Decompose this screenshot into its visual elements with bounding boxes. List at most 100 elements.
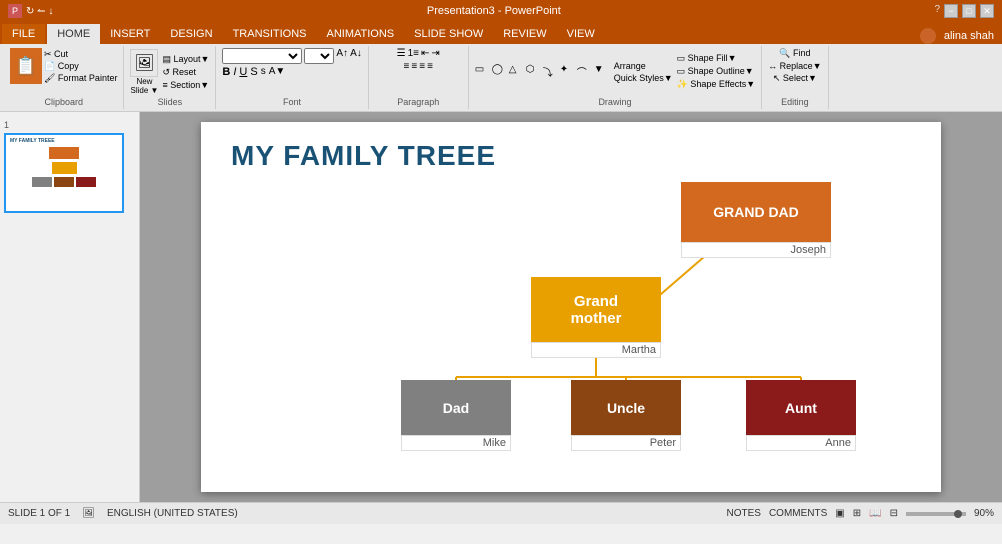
notes-button[interactable]: NOTES [727,508,761,519]
bullets-button[interactable]: ☰ [397,48,406,59]
shape-5[interactable]: ⤵ [543,64,559,79]
tab-slideshow[interactable]: SLIDE SHOW [404,24,493,44]
tab-review[interactable]: REVIEW [493,24,556,44]
tab-file[interactable]: FILE [2,24,45,44]
ribbon: 📋 ✂ Cut 📄 Copy 🖌 Format Painter Clipboar… [0,44,1002,112]
node-uncle[interactable]: Uncle Peter [571,380,681,451]
user-icon [920,28,936,44]
copy-button[interactable]: 📄 Copy [44,61,117,72]
slide-thumbnail[interactable]: MY FAMILY TREEE [4,133,124,213]
align-left-button[interactable]: ≡ [404,61,410,72]
slides-label: Slides [158,95,183,107]
main-area: 1 MY FAMILY TREEE [0,112,1002,502]
editing-label: Editing [781,95,809,107]
language: ENGLISH (UNITED STATES) [107,508,238,519]
ribbon-group-editing: 🔍 Find ↔ Replace▼ ↖ Select▼ Editing [762,46,828,109]
new-slide-button[interactable]: 🖼 New Slide ▼ [130,49,158,95]
decrease-font-button[interactable]: A↓ [350,48,362,64]
paste-icon[interactable]: 📋 [10,48,42,84]
ribbon-group-slides: 🖼 New Slide ▼ ▤ Layout▼ ↺ Reset ≡ Sectio… [124,46,216,109]
justify-button[interactable]: ≡ [427,61,433,72]
zoom-level: 90% [974,508,994,519]
comments-button[interactable]: COMMENTS [769,508,827,519]
shape-outline-button[interactable]: ▭ Shape Outline▼ [677,66,756,77]
shape-4[interactable]: ⬡ [526,64,542,79]
paragraph-label: Paragraph [397,95,439,107]
increase-font-button[interactable]: A↑ [336,48,348,64]
slide[interactable]: MY FAMILY TREEE GRAND DAD Joseph Grandmo… [201,122,941,492]
grandmother-label: Grandmother [531,277,661,342]
title-bar-left: P ↻ ↼ ↓ [8,4,53,18]
find-button[interactable]: 🔍 Find [779,48,810,59]
uncle-label: Uncle [571,380,681,435]
slides-buttons: 🖼 New Slide ▼ ▤ Layout▼ ↺ Reset ≡ Sectio… [130,48,209,95]
tab-insert[interactable]: INSERT [100,24,160,44]
align-center-button[interactable]: ≡ [411,61,417,72]
shape-1[interactable]: ▭ [475,64,491,79]
font-color-button[interactable]: A▼ [269,66,286,78]
font-family-select[interactable] [222,48,302,64]
shape-fill-button[interactable]: ▭ Shape Fill▼ [677,53,756,64]
node-dad[interactable]: Dad Mike [401,380,511,451]
tab-home[interactable]: HOME [47,24,100,44]
shadow-button[interactable]: s [261,66,266,78]
replace-button[interactable]: ↔ Replace▼ [768,61,821,71]
section-button[interactable]: ≡ Section▼ [162,80,209,90]
indent-increase-button[interactable]: ⇥ [431,48,439,59]
align-right-button[interactable]: ≡ [419,61,425,72]
user-area: alina shah [920,28,1002,44]
slide-number-label: 1 [4,120,135,130]
slide-panel: 1 MY FAMILY TREEE [0,112,140,502]
reset-button[interactable]: ↺ Reset [162,67,209,78]
quick-styles-button[interactable]: Quick Styles▼ [614,73,673,83]
cut-button[interactable]: ✂ Cut [44,49,117,60]
strikethrough-button[interactable]: S [250,66,257,78]
ribbon-group-paragraph: ☰ 1≡ ⇤ ⇥ ≡ ≡ ≡ ≡ Paragraph [369,46,469,109]
tab-view[interactable]: VIEW [557,24,605,44]
view-normal-button[interactable]: ▣ [835,508,844,519]
bold-button[interactable]: B [222,66,230,78]
clipboard-buttons: 📋 ✂ Cut 📄 Copy 🖌 Format Painter [10,48,117,95]
layout-button[interactable]: ▤ Layout▼ [162,54,209,65]
zoom-slider[interactable] [906,512,966,516]
drawing-label: Drawing [598,95,631,107]
numbering-button[interactable]: 1≡ [408,48,419,59]
ribbon-group-font: A↑ A↓ B I U S s A▼ Font [216,46,368,109]
italic-button[interactable]: I [233,66,236,78]
more-shapes-button[interactable]: ▼ [594,64,610,79]
help-icon[interactable]: ? [934,4,940,18]
shape-3[interactable]: △ [509,64,525,79]
shape-7[interactable]: ⌒ [577,64,593,79]
node-aunt[interactable]: Aunt Anne [746,380,856,451]
tab-animations[interactable]: ANIMATIONS [317,24,405,44]
node-granddad[interactable]: GRAND DAD Joseph [681,182,831,258]
dad-label: Dad [401,380,511,435]
view-presenter-button[interactable]: ⊟ [890,508,898,519]
indent-decrease-button[interactable]: ⇤ [421,48,429,59]
granddad-label: GRAND DAD [681,182,831,242]
font-size-select[interactable] [304,48,334,64]
editing-controls: 🔍 Find ↔ Replace▼ ↖ Select▼ [768,48,821,95]
select-button[interactable]: ↖ Select▼ [773,73,817,84]
minimize-button[interactable]: − [944,4,958,18]
node-grandmother[interactable]: Grandmother Martha [531,277,661,358]
tab-design[interactable]: DESIGN [160,24,222,44]
thumb-title: MY FAMILY TREEE [6,135,122,145]
arrange-button[interactable]: Arrange [614,61,673,71]
view-reading-button[interactable]: 📖 [869,508,881,519]
dad-name: Mike [401,435,511,451]
tab-transitions[interactable]: TRANSITIONS [223,24,317,44]
shape-2[interactable]: ◯ [492,64,508,79]
format-painter-button[interactable]: 🖌 Format Painter [44,73,117,84]
aunt-name: Anne [746,435,856,451]
close-button[interactable]: ✕ [980,4,994,18]
view-slide-button[interactable]: ⊞ [853,508,861,519]
underline-button[interactable]: U [239,66,247,78]
shape-effects-button[interactable]: ✨ Shape Effects▼ [677,79,756,90]
shape-6[interactable]: ✦ [560,64,576,79]
grandmother-name: Martha [531,342,661,358]
slide-icon: 🖼 [82,508,95,519]
window-controls: ? − □ ✕ [934,4,994,18]
paragraph-controls: ☰ 1≡ ⇤ ⇥ ≡ ≡ ≡ ≡ [397,48,440,95]
maximize-button[interactable]: □ [962,4,976,18]
